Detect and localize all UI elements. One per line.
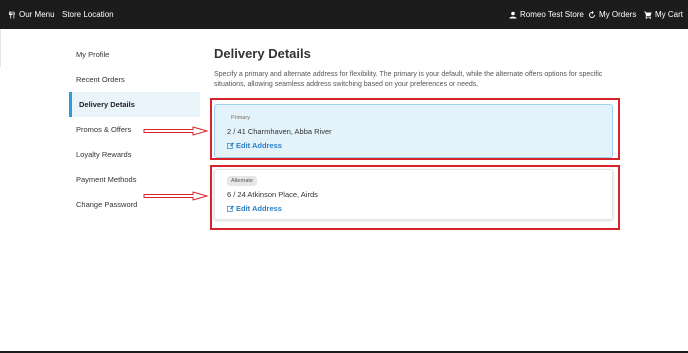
- sidebar-item-my-profile[interactable]: My Profile: [69, 42, 200, 67]
- sidebar-item-loyalty-rewards[interactable]: Loyalty Rewards: [69, 142, 200, 167]
- page-title: Delivery Details: [214, 46, 311, 61]
- nav-my-cart[interactable]: My Cart: [644, 0, 683, 29]
- cart-icon: [644, 11, 652, 19]
- edit-icon: [227, 205, 234, 212]
- nav-our-menu-label: Our Menu: [19, 10, 55, 19]
- edit-alternate-address-label: Edit Address: [236, 204, 282, 213]
- nav-store-location-label: Store Location: [62, 10, 114, 19]
- nav-account[interactable]: Romeo Test Store: [509, 0, 584, 29]
- refresh-icon: [588, 10, 596, 19]
- edit-primary-address-link[interactable]: Edit Address: [227, 141, 282, 150]
- sidebar-item-payment-methods[interactable]: Payment Methods: [69, 167, 200, 192]
- annotation-arrow-alternate: [143, 191, 209, 201]
- annotation-arrow-primary: [143, 126, 209, 136]
- nav-my-cart-label: My Cart: [655, 10, 683, 19]
- nav-my-orders-label: My Orders: [599, 10, 637, 19]
- nav-our-menu[interactable]: Our Menu: [8, 0, 55, 29]
- nav-store-location[interactable]: Store Location: [62, 0, 114, 29]
- nav-account-label: Romeo Test Store: [520, 10, 584, 19]
- sidebar-item-recent-orders[interactable]: Recent Orders: [69, 67, 200, 92]
- top-navbar: Our Menu Store Location Romeo Test Store…: [0, 0, 688, 29]
- alternate-badge: Alternate: [227, 176, 258, 186]
- primary-address-card: Primary 2 / 41 Charmhaven, Abba River Ed…: [214, 104, 613, 158]
- alternate-address-text: 6 / 24 Atkinson Place, Airds: [227, 190, 318, 199]
- left-divider: [0, 29, 1, 67]
- page-description: Specify a primary and alternate address …: [214, 71, 603, 88]
- edit-alternate-address-link[interactable]: Edit Address: [227, 204, 282, 213]
- user-icon: [509, 11, 517, 19]
- edit-icon: [227, 142, 234, 149]
- primary-address-text: 2 / 41 Charmhaven, Abba River: [227, 127, 332, 136]
- utensils-icon: [8, 11, 16, 19]
- alternate-address-card: Alternate 6 / 24 Atkinson Place, Airds E…: [214, 169, 613, 220]
- sidebar-item-delivery-details[interactable]: Delivery Details: [69, 92, 200, 117]
- nav-my-orders[interactable]: My Orders: [588, 0, 636, 29]
- primary-badge: Primary: [231, 115, 250, 121]
- edit-primary-address-label: Edit Address: [236, 141, 282, 150]
